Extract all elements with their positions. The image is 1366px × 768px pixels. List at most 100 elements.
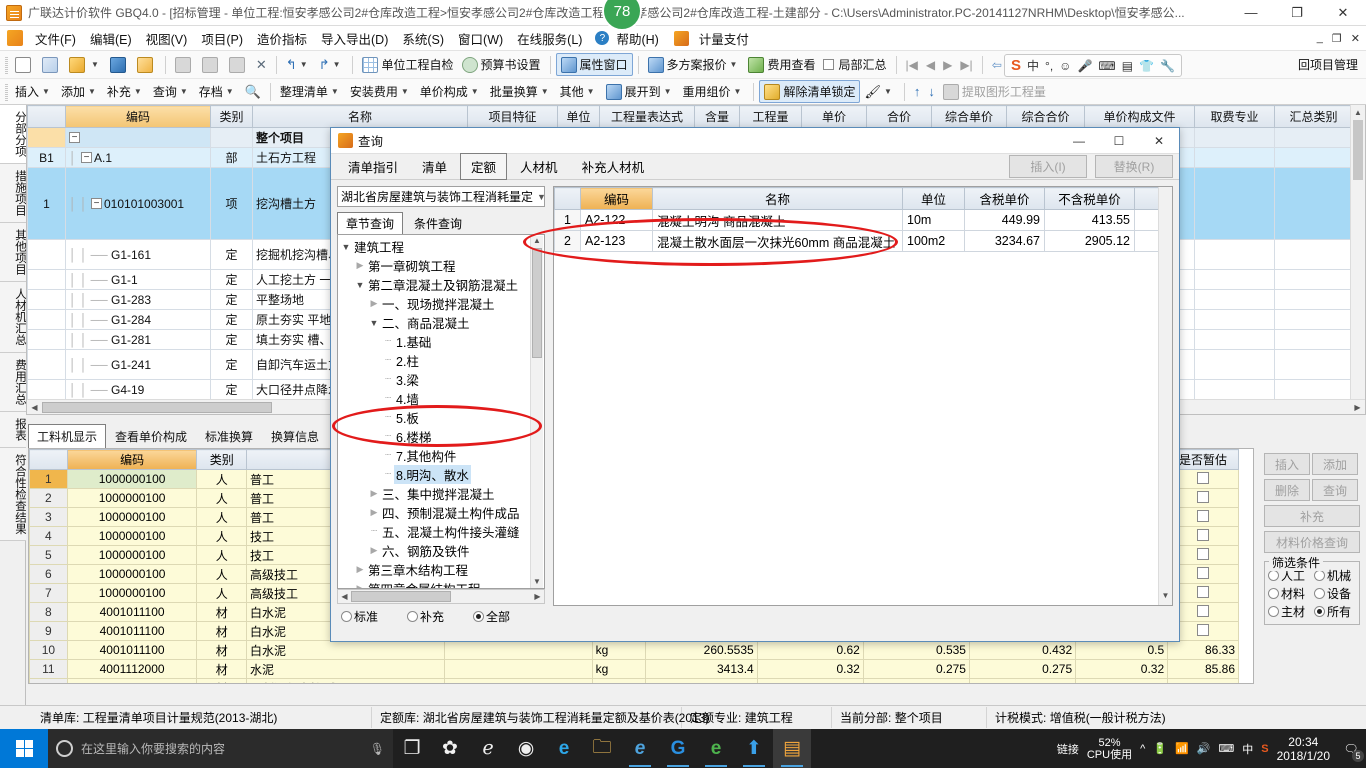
radio-icon[interactable] bbox=[473, 611, 484, 622]
tab-standard-conversion[interactable]: 标准换算 bbox=[196, 424, 262, 449]
col-rownum[interactable] bbox=[29, 449, 68, 470]
col-code[interactable]: 编码 bbox=[65, 105, 211, 128]
microphone-icon[interactable]: 🎙 bbox=[370, 742, 385, 756]
tree-node[interactable]: ▶ 六、钢筋及铁件 bbox=[340, 541, 544, 560]
battery-icon[interactable]: 🔋 bbox=[1153, 742, 1167, 755]
table-row[interactable]: 12 4003031000 材 预制混凝土柱(成品) m3 15.3866 11… bbox=[29, 678, 1239, 683]
scroll-thumb[interactable] bbox=[532, 248, 542, 358]
col-major[interactable]: 取费专业 bbox=[1194, 105, 1275, 128]
ime-emoji-icon[interactable]: ☺ bbox=[1059, 59, 1071, 73]
notification-center-button[interactable]: 🗨 5 bbox=[1336, 729, 1366, 768]
tray-expand-icon[interactable]: ^ bbox=[1140, 743, 1145, 755]
install-cost-button[interactable]: 安装费用 ▼ bbox=[346, 81, 416, 102]
ime-lang-icon[interactable]: 中 bbox=[1242, 741, 1253, 757]
menu-online-service[interactable]: 在线服务(L) bbox=[510, 26, 589, 51]
subtab-condition-query[interactable]: 条件查询 bbox=[405, 212, 471, 235]
save-button[interactable] bbox=[106, 55, 133, 75]
cut-button[interactable] bbox=[171, 55, 198, 75]
expander-icon[interactable]: − bbox=[91, 198, 102, 209]
col-expression[interactable]: 工程量表达式 bbox=[599, 105, 695, 128]
browser-e-icon[interactable]: ℯ bbox=[469, 729, 507, 768]
tree-node-selected[interactable]: ┈ 8.明沟、散水 bbox=[340, 465, 544, 484]
paste-button[interactable] bbox=[225, 55, 252, 75]
inner-restore-button[interactable]: ❐ bbox=[1332, 32, 1342, 45]
scope-supplement[interactable]: 补充 bbox=[407, 608, 453, 625]
volume-icon[interactable]: 🔊 bbox=[1197, 742, 1211, 755]
checkbox-icon[interactable] bbox=[1197, 585, 1210, 598]
table-row[interactable]: 1 A2-122 混凝土明沟 商品混凝土 10m 449.99 413.55 bbox=[554, 209, 1172, 231]
expander-icon[interactable]: − bbox=[81, 152, 92, 163]
app-fan-icon[interactable]: ✿ bbox=[431, 729, 469, 768]
tab-labor-material-machine[interactable]: 人材机 bbox=[509, 153, 569, 180]
tab-conversion-info[interactable]: 换算信息 bbox=[262, 424, 328, 449]
other-button[interactable]: 其他 ▼ bbox=[556, 81, 602, 102]
extract-quantity-button[interactable]: 提取图形工程量 bbox=[939, 81, 1050, 102]
scroll-up-icon[interactable]: ▲ bbox=[1351, 105, 1365, 120]
unlock-list-button[interactable]: 解除清单锁定 bbox=[759, 80, 861, 103]
multi-quote-button[interactable]: 多方案报价 ▼ bbox=[644, 54, 745, 75]
dialog-close-button[interactable]: ✕ bbox=[1139, 128, 1179, 154]
table-row[interactable]: 10 4001011100 材 白水泥 kg 260.5535 0.62 0.5… bbox=[29, 640, 1239, 660]
next-record-button[interactable]: ▶ bbox=[939, 58, 956, 72]
tree-node[interactable]: ┈ 五、混凝土构件接头灌缝 bbox=[340, 522, 544, 541]
partial-sum-button[interactable]: 局部汇总 bbox=[819, 54, 890, 75]
checkbox-icon[interactable] bbox=[1197, 490, 1210, 503]
filter-material[interactable]: 材料 bbox=[1268, 585, 1310, 602]
price-composition-button[interactable]: 单价构成 ▼ bbox=[416, 81, 486, 102]
clock[interactable]: 20:34 2018/1/20 bbox=[1277, 735, 1330, 763]
find-button[interactable]: 🔍 bbox=[241, 82, 265, 102]
chevron-down-icon[interactable]: ▼ bbox=[354, 280, 366, 290]
col-comp-price[interactable]: 综合单价 bbox=[931, 105, 1007, 128]
norm-results-grid[interactable]: 编码 名称 单位 含税单价 不含税单价 1 A2-122 混凝土明沟 商品混凝土… bbox=[553, 186, 1173, 606]
expander-icon[interactable]: − bbox=[69, 132, 80, 143]
maximize-button[interactable]: ❐ bbox=[1274, 0, 1320, 26]
col-name[interactable]: 名称 bbox=[252, 105, 468, 128]
tree-node[interactable]: ▶第四章金属结构工程 bbox=[340, 579, 544, 588]
checkbox-icon[interactable] bbox=[1197, 566, 1210, 579]
app-spiral-icon[interactable]: ◉ bbox=[507, 729, 545, 768]
radio-icon[interactable] bbox=[1314, 570, 1325, 581]
close-button[interactable]: ✕ bbox=[1320, 0, 1366, 26]
ime-punctuation-icon[interactable]: °, bbox=[1045, 59, 1053, 73]
budget-settings-button[interactable]: 预算书设置 bbox=[458, 54, 545, 75]
cpu-usage[interactable]: 52% CPU使用 bbox=[1087, 737, 1132, 761]
tree-node[interactable]: ┈ 6.楼梯 bbox=[340, 427, 544, 446]
scroll-right-icon[interactable]: ▶ bbox=[1350, 403, 1365, 412]
scroll-thumb[interactable] bbox=[42, 401, 272, 413]
table-row[interactable]: 2 A2-123 混凝土散水面层一次抹光60mm 商品混凝土 100m2 323… bbox=[554, 230, 1172, 252]
chevron-right-icon[interactable]: ▶ bbox=[354, 260, 366, 271]
scroll-left-icon[interactable]: ◀ bbox=[338, 592, 351, 601]
scroll-up-icon[interactable]: ▲ bbox=[531, 236, 543, 248]
app-blue-icon[interactable]: ⬆ bbox=[735, 729, 773, 768]
sidebar-item-fuhexing[interactable]: 符合性检查结果 bbox=[0, 447, 26, 541]
first-record-button[interactable]: |◀ bbox=[902, 58, 922, 72]
menu-measure-pay[interactable]: 计量支付 bbox=[692, 26, 756, 51]
open-button[interactable]: ▼ bbox=[65, 55, 106, 75]
expand-to-button[interactable]: 展开到 ▼ bbox=[602, 81, 679, 102]
scroll-thumb[interactable] bbox=[351, 591, 451, 602]
radio-icon[interactable] bbox=[1314, 588, 1325, 599]
radio-icon[interactable] bbox=[1268, 606, 1279, 617]
radio-icon[interactable] bbox=[1268, 570, 1279, 581]
tree-node[interactable]: ▼ 第二章混凝土及钢筋混凝土 bbox=[340, 275, 544, 294]
checkbox-icon[interactable] bbox=[1197, 547, 1210, 560]
col-name[interactable]: 名称 bbox=[652, 187, 903, 210]
chevron-right-icon[interactable]: ▶ bbox=[368, 298, 380, 309]
menu-system[interactable]: 系统(S) bbox=[395, 26, 451, 51]
search-input[interactable]: 在这里输入你要搜索的内容 🎙 bbox=[48, 729, 393, 768]
chevron-right-icon[interactable]: ▶ bbox=[368, 545, 380, 556]
tree-node[interactable]: ▶ 第一章砌筑工程 bbox=[340, 256, 544, 275]
material-price-query-button[interactable]: 材料价格查询 bbox=[1264, 531, 1360, 553]
radio-icon[interactable] bbox=[407, 611, 418, 622]
reuse-pricing-button[interactable]: 重用组价 ▼ bbox=[679, 81, 749, 102]
scroll-left-icon[interactable]: ◀ bbox=[27, 403, 42, 412]
tree-node[interactable]: ┈ 1.基础 bbox=[340, 332, 544, 351]
menu-edit[interactable]: 编辑(E) bbox=[83, 26, 139, 51]
main-grid-vscrollbar[interactable]: ▲ bbox=[1350, 105, 1365, 414]
filter-main-material[interactable]: 主材 bbox=[1268, 603, 1310, 620]
chevron-down-icon[interactable]: ▼ bbox=[533, 192, 544, 202]
scroll-thumb[interactable] bbox=[1353, 120, 1363, 180]
organize-list-button[interactable]: 整理清单 ▼ bbox=[276, 81, 346, 102]
tab-supplement-lmm[interactable]: 补充人材机 bbox=[571, 153, 656, 180]
fill-color-button[interactable]: 🖌 ▼ bbox=[860, 82, 898, 102]
